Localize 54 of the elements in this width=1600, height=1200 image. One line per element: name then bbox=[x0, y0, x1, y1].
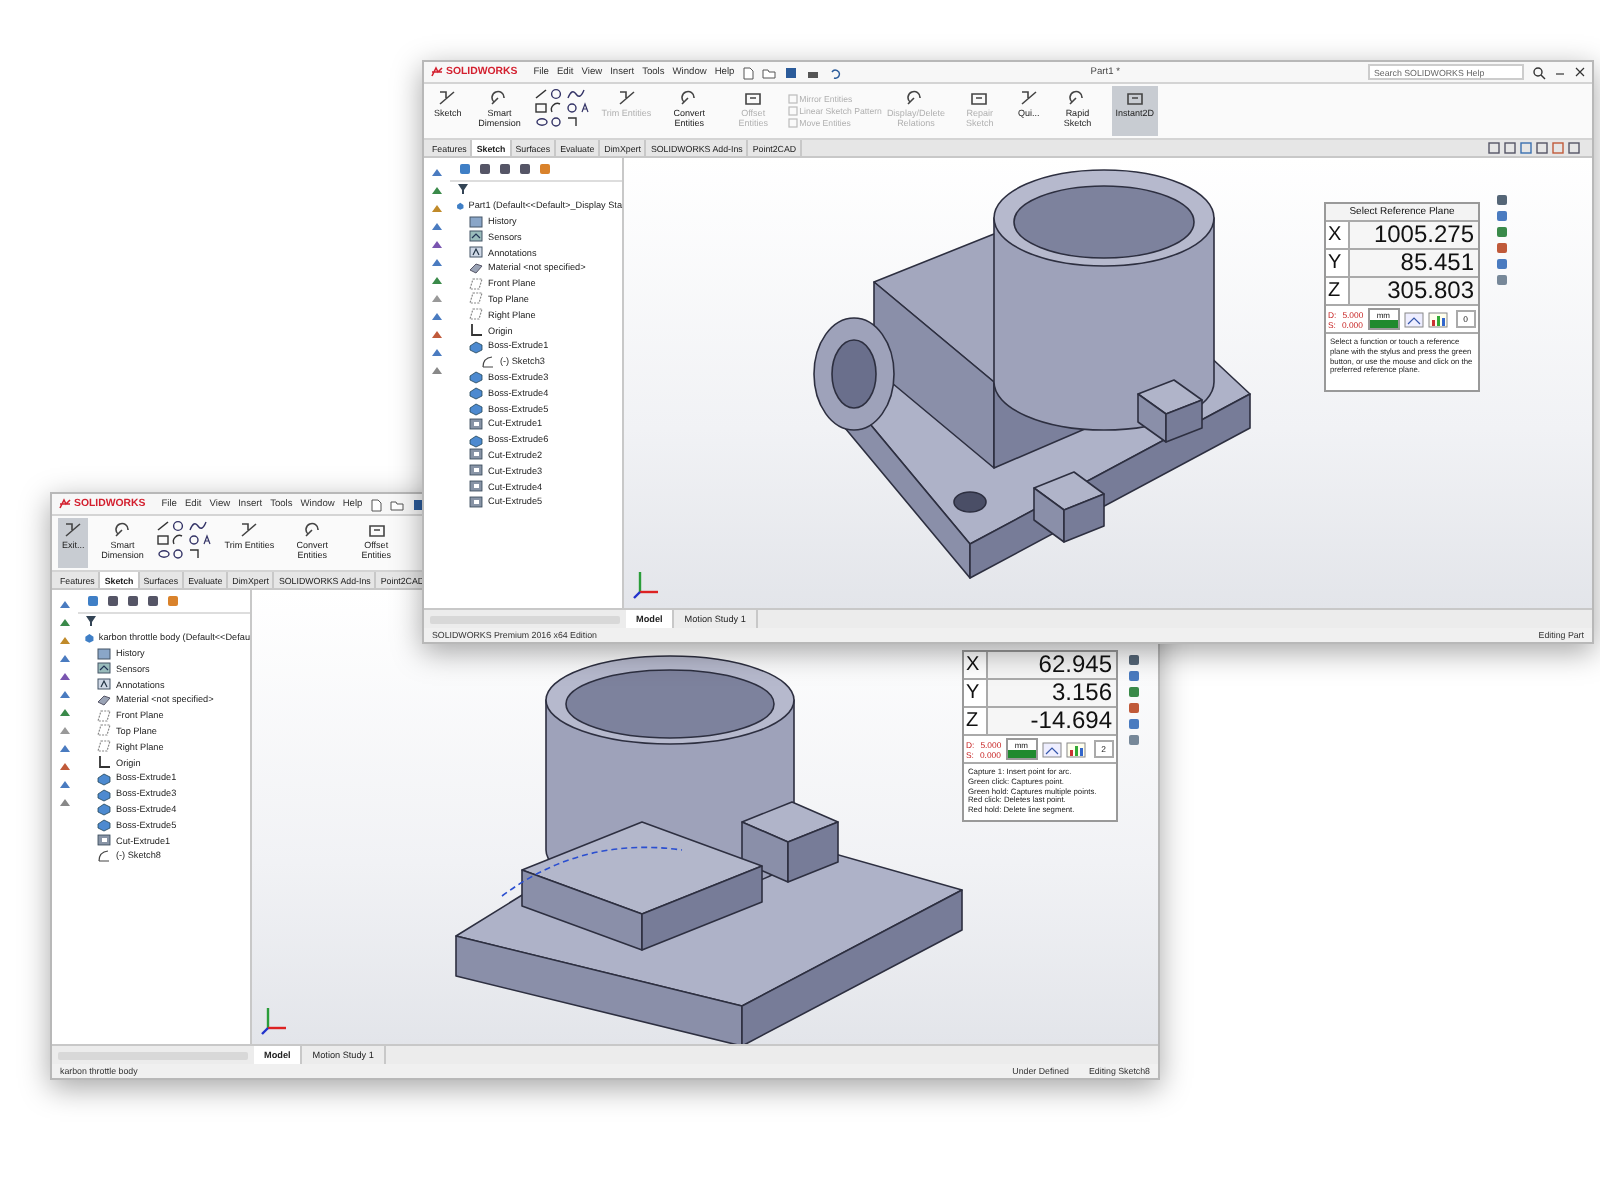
filter-icon[interactable] bbox=[456, 182, 470, 197]
sketch-tools-icon[interactable] bbox=[533, 86, 594, 130]
axes-icon[interactable] bbox=[1041, 741, 1062, 757]
tool-icon bbox=[64, 522, 83, 538]
sketch-icon bbox=[96, 847, 112, 864]
chart-icon[interactable] bbox=[1427, 311, 1448, 327]
tool-icon bbox=[617, 90, 636, 106]
new-document-icon[interactable] bbox=[370, 497, 383, 511]
material-icon bbox=[468, 259, 484, 276]
tool-icon bbox=[438, 90, 457, 106]
tool-icon bbox=[1125, 90, 1144, 106]
close-icon[interactable] bbox=[1574, 66, 1586, 78]
sketch-icon bbox=[480, 353, 496, 370]
coordinate-value: 3.156 bbox=[988, 680, 1116, 706]
axes-icon[interactable] bbox=[1403, 311, 1424, 327]
part-icon bbox=[84, 629, 95, 646]
folder-icon[interactable] bbox=[762, 65, 777, 79]
save-icon[interactable] bbox=[784, 65, 799, 79]
tool-icon bbox=[680, 90, 699, 106]
origin-icon bbox=[468, 322, 484, 339]
history-icon bbox=[468, 213, 484, 229]
tool-icon bbox=[303, 522, 322, 538]
history-icon bbox=[96, 645, 112, 661]
tool-icon bbox=[744, 90, 763, 106]
annotation-icon bbox=[468, 244, 484, 261]
coordinate-value: 62.945 bbox=[988, 652, 1116, 678]
undo-icon[interactable] bbox=[828, 65, 843, 79]
coordinate-value: 1005.275 bbox=[1350, 222, 1478, 248]
filter-icon[interactable] bbox=[84, 614, 98, 629]
folder-icon[interactable] bbox=[390, 497, 405, 511]
tool-icon bbox=[1019, 90, 1038, 106]
tool-icon bbox=[970, 90, 989, 106]
search-icon[interactable] bbox=[1532, 65, 1546, 79]
tool-icon bbox=[1068, 90, 1087, 106]
coordinate-value: 305.803 bbox=[1350, 278, 1478, 304]
material-icon bbox=[96, 691, 112, 708]
part-icon bbox=[456, 197, 465, 214]
chart-icon[interactable] bbox=[1065, 741, 1086, 757]
coordinate-value: 85.451 bbox=[1350, 250, 1478, 276]
axis-triad-icon bbox=[632, 568, 660, 600]
tool-icon bbox=[367, 522, 386, 538]
cut-extrude-icon bbox=[468, 415, 484, 432]
new-document-icon[interactable] bbox=[742, 65, 755, 79]
axis-triad-icon bbox=[260, 1004, 288, 1036]
tool-icon bbox=[113, 522, 132, 538]
sensor-icon bbox=[468, 228, 484, 245]
tool-icon bbox=[906, 90, 925, 106]
origin-icon bbox=[96, 754, 112, 771]
sensor-icon bbox=[96, 660, 112, 677]
tool-icon bbox=[240, 522, 259, 538]
coordinate-value: -14.694 bbox=[988, 708, 1116, 734]
tool-icon bbox=[490, 90, 509, 106]
annotation-icon bbox=[96, 676, 112, 693]
cut-extrude-icon bbox=[96, 832, 112, 849]
